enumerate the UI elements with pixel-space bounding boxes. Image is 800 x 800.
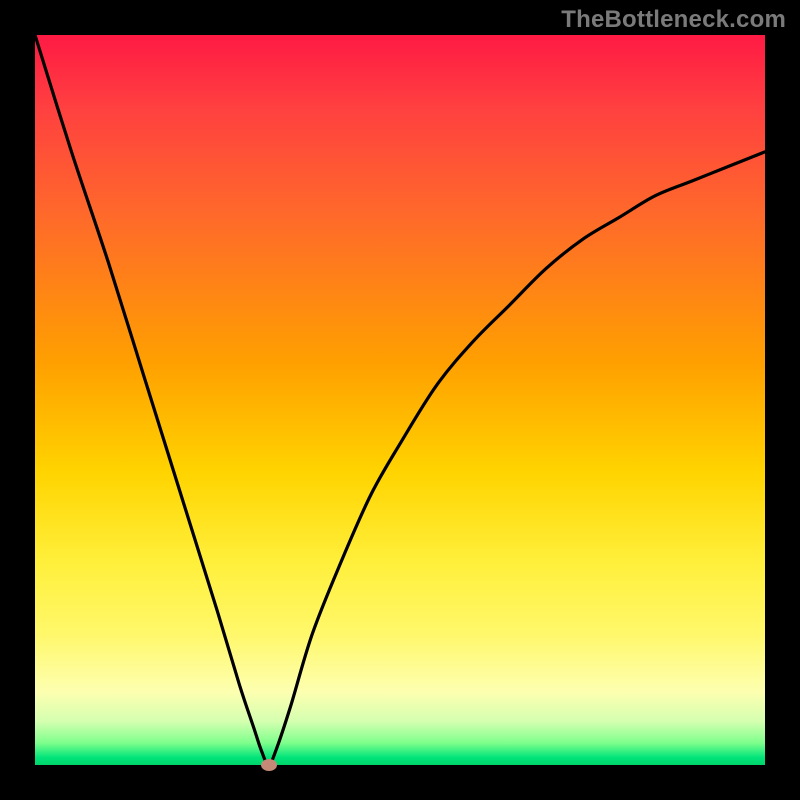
bottleneck-curve xyxy=(35,35,765,765)
curve-svg xyxy=(35,35,765,765)
plot-area xyxy=(35,35,765,765)
min-marker xyxy=(261,759,277,771)
chart-frame: TheBottleneck.com xyxy=(0,0,800,800)
watermark-text: TheBottleneck.com xyxy=(561,6,786,34)
